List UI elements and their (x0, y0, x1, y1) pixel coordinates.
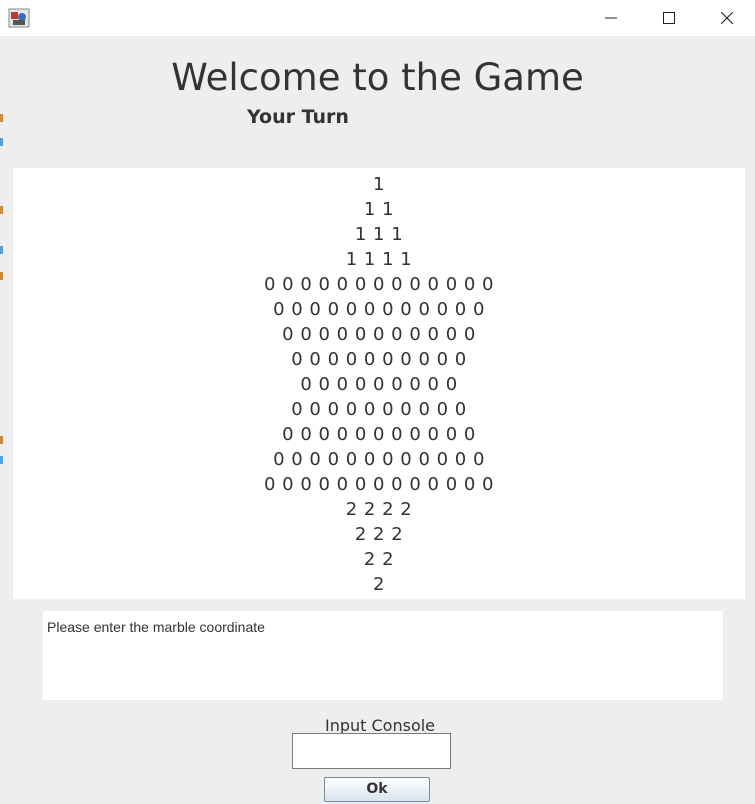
board-row: 0 0 0 0 0 0 0 0 0 0 0 0 0 (263, 274, 495, 295)
close-button[interactable] (698, 0, 755, 36)
turn-indicator: Your Turn (247, 106, 349, 128)
console-input[interactable] (292, 733, 451, 769)
minimize-icon (605, 17, 617, 19)
edge-artifact (0, 138, 3, 146)
board-row: 0 0 0 0 0 0 0 0 0 0 0 0 0 (263, 474, 495, 495)
board-row: 2 2 2 2 (345, 499, 413, 520)
edge-artifact (0, 114, 3, 122)
edge-artifact (0, 206, 3, 214)
ok-button[interactable]: Ok (324, 777, 430, 802)
board-row: 0 0 0 0 0 0 0 0 0 0 (291, 349, 467, 370)
board-row: 0 0 0 0 0 0 0 0 0 0 (291, 399, 467, 420)
window-titlebar[interactable] (0, 0, 755, 36)
message-area: Please enter the marble coordinate (43, 611, 723, 700)
board-row: 0 0 0 0 0 0 0 0 0 0 0 0 (273, 449, 485, 470)
window-edge (0, 36, 3, 804)
edge-artifact (0, 456, 3, 464)
board-row: 1 1 1 (354, 224, 404, 245)
edge-artifact (0, 246, 3, 254)
game-board: 1 1 1 1 1 1 1 1 1 1 0 0 0 0 0 0 0 0 0 0 0 0 … (13, 168, 745, 599)
board-row: 0 0 0 0 0 0 0 0 0 0 0 (282, 324, 476, 345)
board-row: 2 2 (363, 549, 395, 570)
close-icon (721, 12, 733, 24)
board-row: 1 1 (363, 199, 395, 220)
minimize-button[interactable] (582, 0, 640, 36)
java-app-icon (8, 8, 30, 28)
board-row: 1 (373, 174, 385, 195)
board-row: 2 2 2 (354, 524, 404, 545)
maximize-button[interactable] (640, 0, 698, 36)
maximize-icon (663, 12, 675, 24)
board-row: 1 1 1 1 (345, 249, 413, 270)
board-row: 0 0 0 0 0 0 0 0 0 0 0 (282, 424, 476, 445)
message-text: Please enter the marble coordinate (47, 619, 265, 635)
board-row: 0 0 0 0 0 0 0 0 0 0 0 0 (273, 299, 485, 320)
board-row: 2 (373, 574, 385, 595)
edge-artifact (0, 436, 3, 444)
game-title: Welcome to the Game (171, 56, 584, 99)
edge-artifact (0, 272, 3, 280)
board-row: 0 0 0 0 0 0 0 0 0 (300, 374, 458, 395)
